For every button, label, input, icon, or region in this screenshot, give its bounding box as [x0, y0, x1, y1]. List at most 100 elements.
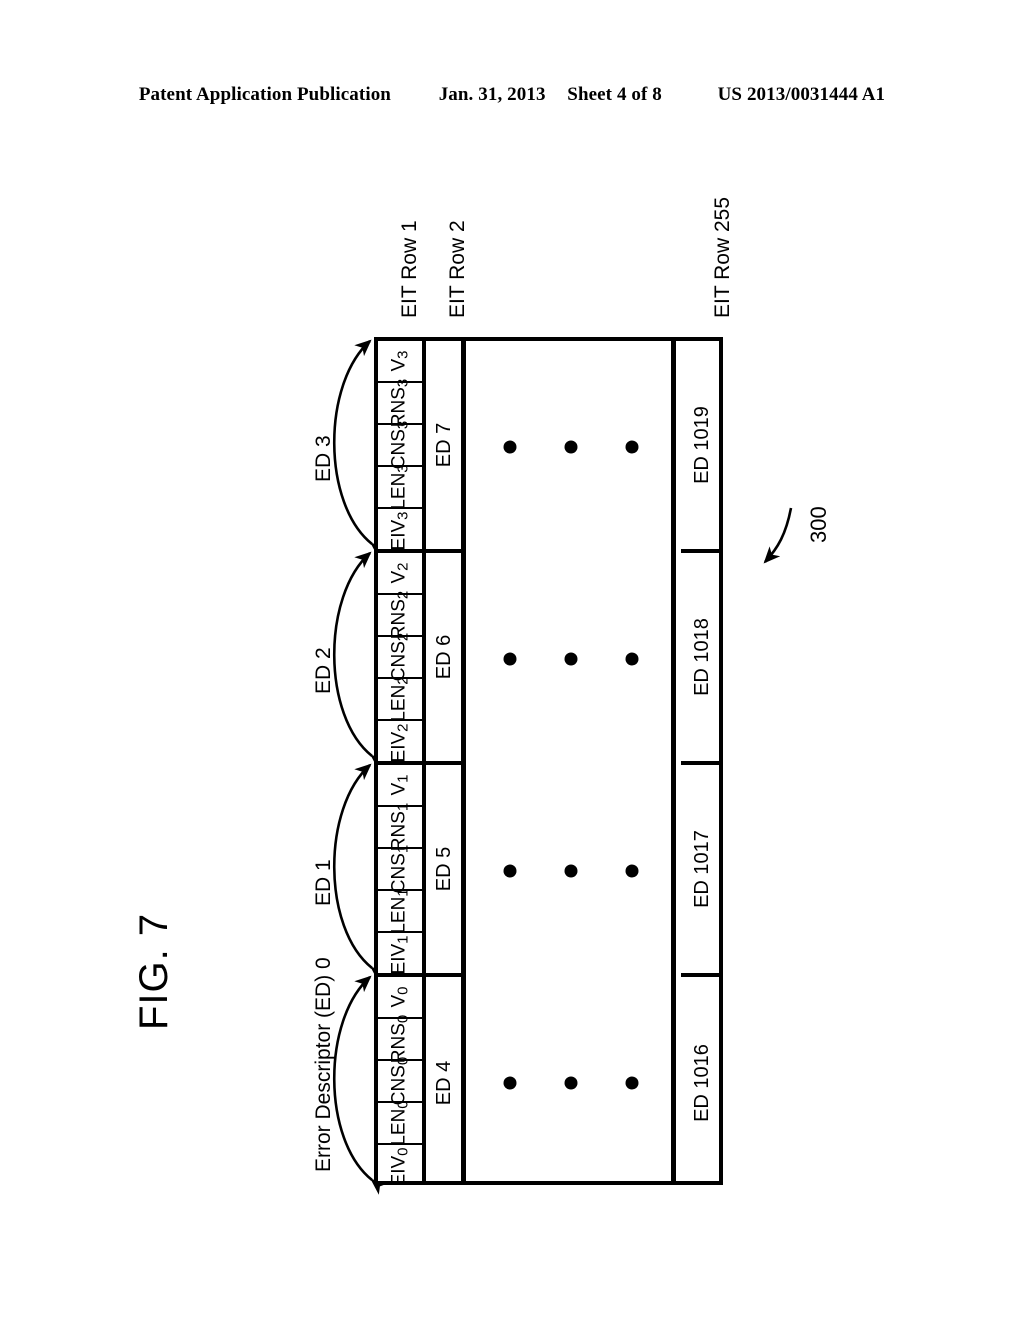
ellipsis-dots-3 — [503, 440, 639, 454]
field-cell-eiv-2: EIV2 — [378, 721, 422, 765]
field-cell-cns-3: CNS3 — [378, 421, 422, 469]
eit-row-255-cell-ed1018: ED 1018 — [681, 553, 723, 765]
field-cell-len-0: LEN0 — [378, 1100, 422, 1146]
field-sub-rns-3: 3 — [394, 378, 412, 388]
field-label-len-1: LEN1 — [388, 888, 412, 934]
eit-table-300: V3 RNS3 CNS3 LEN3 EIV3 V2 RNS2 CNS2 LEN2… — [374, 337, 723, 1186]
field-label-eiv-2: EIV2 — [388, 723, 412, 763]
eit-row-2-cell-ed6: ED 6 — [426, 553, 461, 765]
eit-row-2-cell-ed5: ED 5 — [426, 765, 461, 977]
ellipsis-dot — [564, 440, 578, 454]
field-cell-rns-3: RNS3 — [378, 379, 422, 427]
field-label-len-2: LEN2 — [388, 676, 412, 722]
field-label-cns-1: CNS1 — [388, 844, 412, 894]
field-cell-eiv-1: EIV1 — [378, 933, 422, 977]
field-sub-cns-1: 1 — [394, 844, 412, 854]
field-label-cns-2: CNS2 — [388, 632, 412, 682]
ellipsis-dot — [503, 864, 517, 878]
column-caption-eit-row-2: EIT Row 2 — [446, 220, 469, 318]
sheet-number: Sheet 4 of 8 — [567, 84, 662, 105]
field-sub-eiv-2: 2 — [394, 723, 412, 732]
field-sub-cns-2: 2 — [394, 632, 412, 642]
ellipsis-dot — [503, 652, 517, 666]
eit-row-1-column: V3 RNS3 CNS3 LEN3 EIV3 V2 RNS2 CNS2 LEN2… — [378, 341, 426, 1186]
field-cell-eiv-3: EIV3 — [378, 509, 422, 553]
field-sub-v-1: 1 — [394, 774, 412, 783]
eit-ellipsis-column — [471, 341, 676, 1181]
field-cell-rns-0: RNS0 — [378, 1015, 422, 1063]
ellipsis-dot — [564, 1076, 578, 1090]
ellipsis-row-1 — [471, 765, 671, 977]
field-cell-len-3: LEN3 — [378, 464, 422, 510]
eit-row-255-label-ed1018: ED 1018 — [691, 618, 713, 696]
eit-row-255-label-ed1016: ED 1016 — [691, 1044, 713, 1122]
ed-brace-label-1: ED 1 — [312, 859, 335, 906]
field-sub-rns-2: 2 — [394, 590, 412, 600]
field-sub-cns-3: 3 — [394, 420, 412, 430]
field-label-eiv-3: EIV3 — [388, 511, 412, 551]
eit-row-2-label-ed5: ED 5 — [432, 846, 455, 892]
column-caption-eit-row-255: EIT Row 255 — [711, 196, 734, 318]
patent-page-header: Patent Application Publication Jan. 31, … — [0, 84, 1024, 106]
ed-group-1: V1 RNS1 CNS1 LEN1 EIV1 — [378, 765, 422, 977]
field-label-eiv-0: EIV0 — [388, 1147, 412, 1187]
field-sub-len-3: 3 — [394, 464, 412, 473]
eit-row-2-cell-ed7: ED 7 — [426, 341, 461, 553]
ellipsis-row-2 — [471, 553, 671, 765]
field-sub-cns-0: 0 — [394, 1056, 412, 1066]
field-cell-v-1: V1 — [378, 765, 422, 807]
ellipsis-dot — [503, 440, 517, 454]
field-label-cns-3: CNS3 — [388, 420, 412, 470]
eit-row-2-column: ED 7 ED 6 ED 5 ED 4 — [426, 341, 466, 1181]
field-cell-len-2: LEN2 — [378, 676, 422, 722]
ed-brace-label-3: ED 3 — [312, 435, 335, 482]
field-cell-v-2: V2 — [378, 553, 422, 595]
ellipsis-dot — [625, 652, 639, 666]
eit-row-2-label-ed6: ED 6 — [432, 634, 455, 680]
ellipsis-dots-1 — [503, 864, 639, 878]
ed-brace-arrow-2 — [332, 551, 388, 771]
eit-row-2-cell-ed4: ED 4 — [426, 977, 461, 1189]
publication-label: Patent Application Publication — [138, 84, 391, 105]
ed-group-3: V3 RNS3 CNS3 LEN3 EIV3 — [378, 341, 422, 553]
eit-row-255-label-ed1017: ED 1017 — [691, 830, 713, 908]
ellipsis-dot — [625, 864, 639, 878]
figure-label: FIG. 7 — [132, 912, 176, 1030]
ed-group-2: V2 RNS2 CNS2 LEN2 EIV2 — [378, 553, 422, 765]
eit-row-2-label-ed4: ED 4 — [432, 1060, 455, 1106]
field-cell-v-3: V3 — [378, 341, 422, 383]
field-sub-eiv-0: 0 — [394, 1147, 412, 1156]
eit-row-2-label-ed7: ED 7 — [432, 422, 455, 468]
field-label-v-1: V1 — [388, 774, 412, 796]
field-label-v-0: V0 — [388, 986, 412, 1008]
ed-brace-arrow-3 — [332, 339, 388, 559]
field-cell-eiv-0: EIV0 — [378, 1145, 422, 1189]
ellipsis-row-3 — [471, 341, 671, 553]
ellipsis-dot — [564, 864, 578, 878]
reference-leader-300 — [763, 507, 793, 564]
field-label-len-3: LEN3 — [388, 464, 412, 510]
field-sub-v-2: 2 — [394, 562, 412, 571]
field-sub-len-2: 2 — [394, 676, 412, 685]
ellipsis-dot — [625, 440, 639, 454]
ellipsis-dot — [625, 1076, 639, 1090]
ed-brace-label-2: ED 2 — [312, 647, 335, 694]
field-sub-rns-1: 1 — [394, 802, 412, 812]
field-sub-v-0: 0 — [394, 986, 412, 995]
field-sub-rns-0: 0 — [394, 1014, 412, 1024]
ed-group-0: V0 RNS0 CNS0 LEN0 EIV0 — [378, 977, 422, 1189]
ed-brace-label-0: Error Descriptor (ED) 0 — [312, 957, 335, 1172]
field-label-len-0: LEN0 — [388, 1100, 412, 1146]
field-label-cns-0: CNS0 — [388, 1056, 412, 1106]
field-cell-v-0: V0 — [378, 977, 422, 1019]
field-cell-cns-2: CNS2 — [378, 633, 422, 681]
ellipsis-dot — [564, 652, 578, 666]
field-cell-len-1: LEN1 — [378, 888, 422, 934]
ellipsis-row-0 — [471, 977, 671, 1189]
ellipsis-dots-0 — [503, 1076, 639, 1090]
eit-row-255-cell-ed1016: ED 1016 — [681, 977, 723, 1189]
reference-numeral-300: 300 — [806, 506, 831, 543]
field-sub-eiv-3: 3 — [394, 511, 412, 520]
ed-brace-arrow-1 — [332, 763, 388, 983]
field-sub-len-1: 1 — [394, 888, 412, 897]
